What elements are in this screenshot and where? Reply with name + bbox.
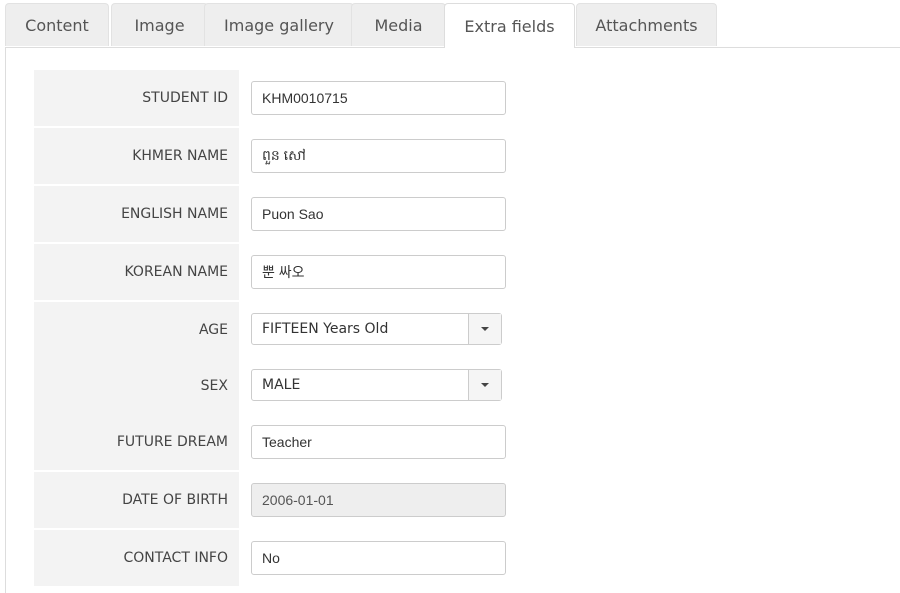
tab-bar: Content Image Image gallery Media Extra … <box>5 3 900 48</box>
english-name-row: ENGLISH NAME Puon Sao <box>34 186 506 242</box>
chevron-down-icon <box>481 327 489 331</box>
extra-fields-panel: STUDENT ID KHM0010715 KHMER NAME ពួន សៅ … <box>5 47 900 593</box>
korean-name-label: KOREAN NAME <box>34 244 239 300</box>
chevron-down-icon <box>481 383 489 387</box>
contact-info-label: CONTACT INFO <box>34 530 239 586</box>
english-name-label: ENGLISH NAME <box>34 186 239 242</box>
tab-extra-fields[interactable]: Extra fields <box>444 3 575 48</box>
khmer-name-row: KHMER NAME ពួន សៅ <box>34 128 506 184</box>
khmer-name-label: KHMER NAME <box>34 128 239 184</box>
age-select[interactable]: FIFTEEN Years Old <box>251 313 502 345</box>
contact-info-field[interactable]: No <box>251 541 506 575</box>
korean-name-row: KOREAN NAME 뿐 싸오 <box>34 244 506 300</box>
tab-attachments[interactable]: Attachments <box>576 3 717 46</box>
student-id-row: STUDENT ID KHM0010715 <box>34 70 506 126</box>
sex-dropdown-button[interactable] <box>468 370 501 400</box>
tab-media[interactable]: Media <box>351 3 446 46</box>
khmer-name-field[interactable]: ពួន សៅ <box>251 139 506 173</box>
tab-image[interactable]: Image <box>111 3 208 46</box>
age-select-value: FIFTEEN Years Old <box>262 321 389 337</box>
sex-label: SEX <box>34 358 239 414</box>
future-dream-label: FUTURE DREAM <box>34 414 239 470</box>
sex-row: SEX MALE <box>34 358 506 414</box>
age-row: AGE FIFTEEN Years Old <box>34 302 506 358</box>
age-label: AGE <box>34 302 239 358</box>
student-id-field[interactable]: KHM0010715 <box>251 81 506 115</box>
korean-name-field[interactable]: 뿐 싸오 <box>251 255 506 289</box>
age-dropdown-button[interactable] <box>468 314 501 344</box>
sex-select[interactable]: MALE <box>251 369 502 401</box>
date-of-birth-field[interactable]: 2006-01-01 <box>251 483 506 517</box>
date-of-birth-row: DATE OF BIRTH 2006-01-01 <box>34 472 506 528</box>
student-id-label: STUDENT ID <box>34 70 239 126</box>
date-of-birth-label: DATE OF BIRTH <box>34 472 239 528</box>
tab-content[interactable]: Content <box>5 3 109 46</box>
future-dream-row: FUTURE DREAM Teacher <box>34 414 506 470</box>
english-name-field[interactable]: Puon Sao <box>251 197 506 231</box>
contact-info-row: CONTACT INFO No <box>34 530 506 586</box>
future-dream-field[interactable]: Teacher <box>251 425 506 459</box>
sex-select-value: MALE <box>262 377 301 393</box>
tab-image-gallery[interactable]: Image gallery <box>204 3 354 46</box>
